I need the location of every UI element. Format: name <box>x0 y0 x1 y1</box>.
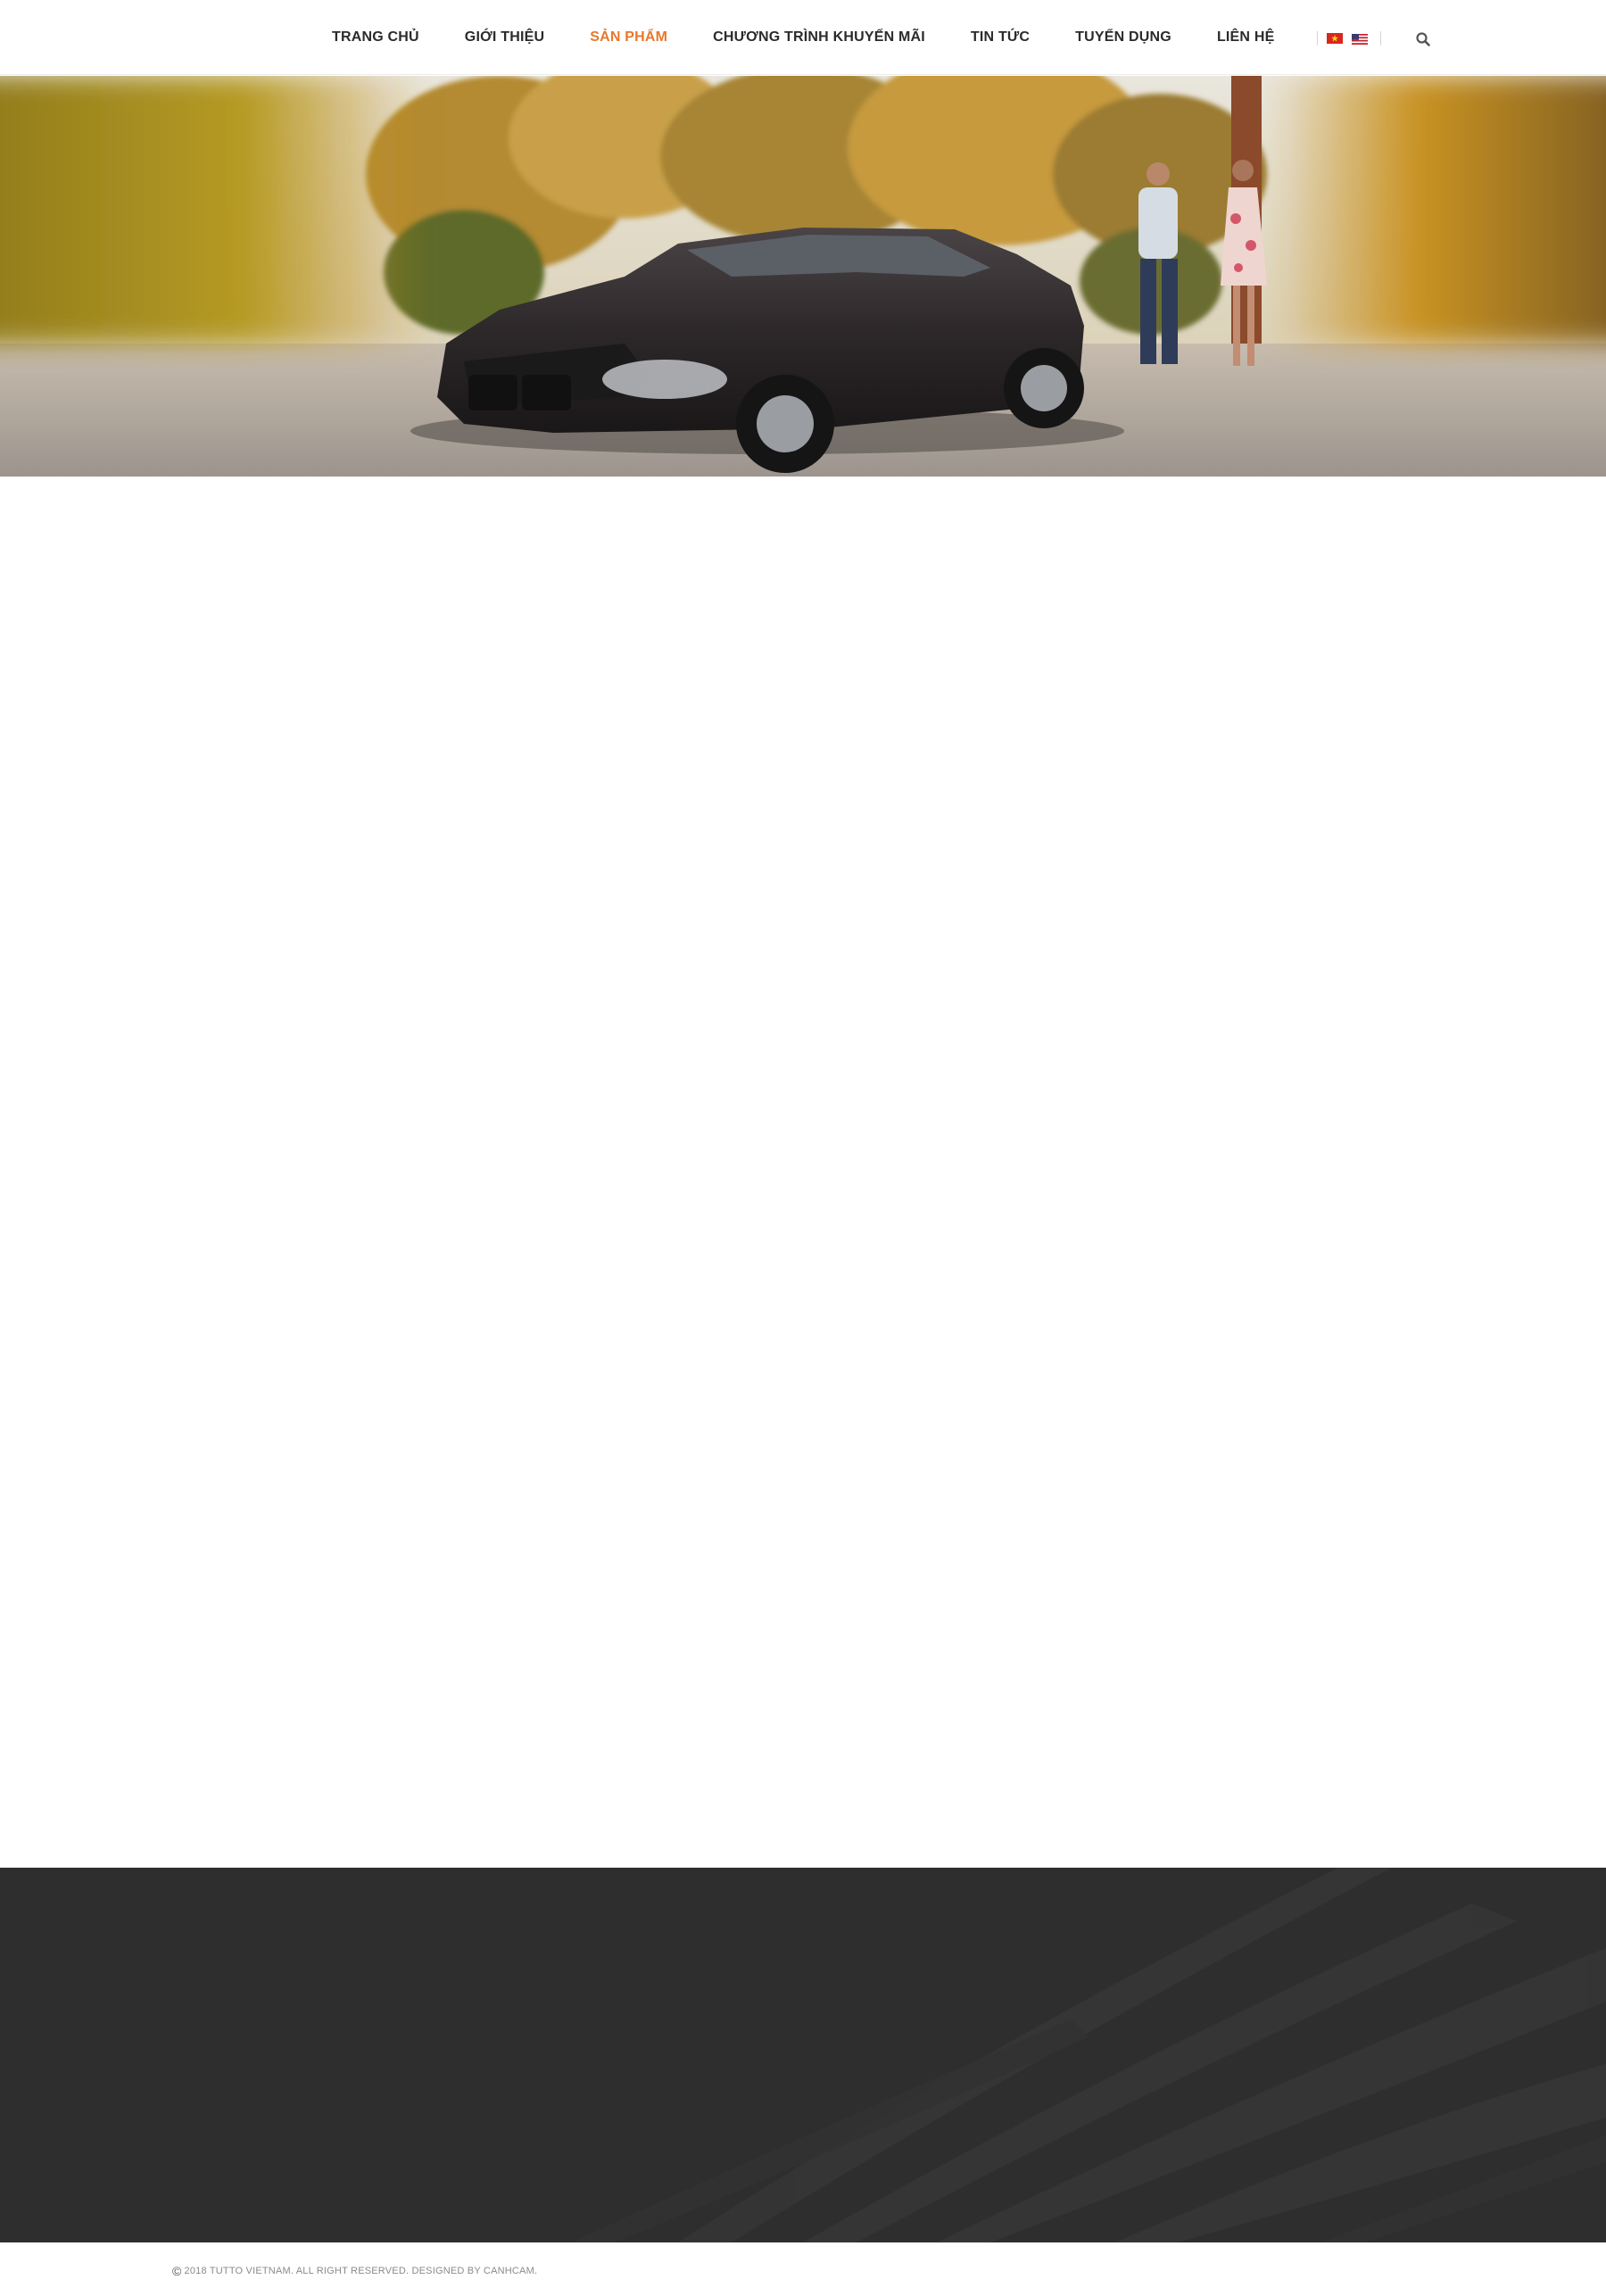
copyright-icon: © <box>172 2264 182 2278</box>
copyright-text: © 2018 TUTTO VIETNAM. ALL RIGHT RESERVED… <box>172 2265 537 2277</box>
divider <box>1380 31 1381 46</box>
nav-item-promotions[interactable]: CHƯƠNG TRÌNH KHUYẾN MÃI <box>713 29 925 46</box>
site-header: TRANG CHỦ GIỚI THIỆU SẢN PHẨM CHƯƠNG TRÌ… <box>0 0 1606 75</box>
main-content <box>0 477 1606 1868</box>
footer-bottom-bar: © 2018 TUTTO VIETNAM. ALL RIGHT RESERVED… <box>0 2242 1606 2296</box>
nav-item-about[interactable]: GIỚI THIỆU <box>465 29 544 46</box>
language-switcher <box>1317 30 1381 46</box>
search-icon[interactable] <box>1415 31 1431 47</box>
main-navigation: TRANG CHỦ GIỚI THIỆU SẢN PHẨM CHƯƠNG TRÌ… <box>332 0 1274 75</box>
nav-item-home[interactable]: TRANG CHỦ <box>332 29 419 46</box>
us-flag-icon[interactable] <box>1352 33 1368 45</box>
hero-image <box>0 76 1606 477</box>
tire-track-pattern <box>571 1868 1606 2242</box>
divider <box>1317 31 1318 46</box>
hero-banner <box>0 76 1606 477</box>
footer <box>0 1868 1606 2242</box>
vietnam-flag-icon[interactable] <box>1327 33 1343 44</box>
nav-item-careers[interactable]: TUYỂN DỤNG <box>1075 29 1171 46</box>
nav-item-contact[interactable]: LIÊN HỆ <box>1217 29 1275 46</box>
nav-item-news[interactable]: TIN TỨC <box>971 29 1030 46</box>
copyright-label: 2018 TUTTO VIETNAM. ALL RIGHT RESERVED. … <box>184 2266 538 2276</box>
nav-item-products[interactable]: SẢN PHẨM <box>590 29 667 46</box>
